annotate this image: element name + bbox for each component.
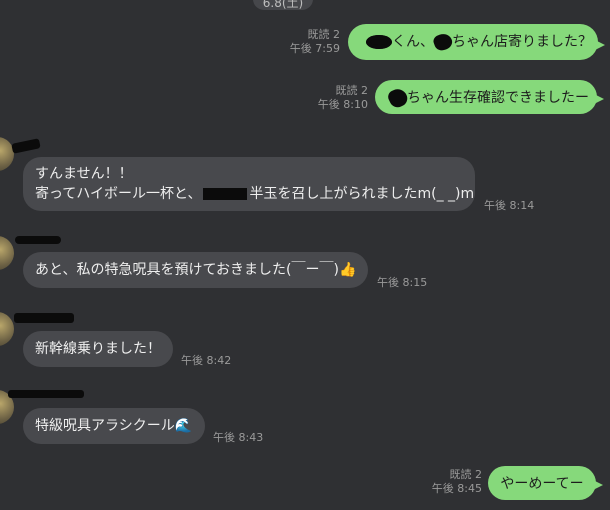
incoming-message-bubble[interactable]: 特級呪具アラシクール🌊 <box>23 408 205 444</box>
sender-name-redacted <box>14 313 74 323</box>
message-text: くん、 <box>392 34 434 50</box>
sender-name-redacted <box>11 138 41 154</box>
avatar[interactable] <box>0 236 14 270</box>
incoming-message-bubble[interactable]: 新幹線乗りました！ <box>23 331 173 367</box>
redaction-mark <box>431 31 455 53</box>
outgoing-message-bubble[interactable]: くん、 ちゃん店寄りました？ <box>348 24 605 60</box>
read-receipt: 既読 2 <box>335 84 369 97</box>
avatar[interactable] <box>0 137 14 171</box>
message-text: 半玉を召し上がられましたm(_ _)m <box>249 186 475 202</box>
outgoing-message-bubble[interactable]: ちゃん生存確認できましたー <box>375 80 604 114</box>
timestamp: 午後 8:45 <box>431 482 482 495</box>
message-text: ちゃん生存確認できましたー <box>407 90 589 106</box>
incoming-message-bubble[interactable]: すんません！！ 寄ってハイボール一杯と、 半玉を召し上がられましたm(_ _)m <box>23 157 475 211</box>
avatar[interactable] <box>0 312 14 346</box>
timestamp: 午後 8:42 <box>181 354 232 367</box>
message-text: やーめーてー <box>500 476 584 492</box>
message-text: あと、私の特急呪具を預けておきました(￣ー￣)👍 <box>35 262 357 278</box>
timestamp: 午後 8:15 <box>377 276 428 289</box>
message-meta: 既読 2 午後 8:10 <box>318 84 368 112</box>
timestamp: 午後 8:10 <box>317 98 368 111</box>
redaction-mark <box>203 188 248 200</box>
message-text: 特級呪具アラシクール🌊 <box>35 418 193 434</box>
sender-name-redacted <box>15 236 61 244</box>
outgoing-message-bubble[interactable]: やーめーてー <box>488 466 603 500</box>
date-separator: 6.8(土) <box>253 0 313 10</box>
sender-name-redacted <box>8 390 84 398</box>
timestamp: 午後 8:14 <box>484 199 535 212</box>
timestamp: 午後 8:43 <box>213 431 264 444</box>
message-meta: 既読 2 午後 7:59 <box>290 28 340 56</box>
read-receipt: 既読 2 <box>449 468 483 481</box>
redaction-mark <box>366 35 392 49</box>
message-text: 新幹線乗りました！ <box>35 341 161 357</box>
message-text: ちゃん店寄りました？ <box>452 34 592 50</box>
timestamp: 午後 7:59 <box>289 42 340 55</box>
incoming-message-bubble[interactable]: あと、私の特急呪具を預けておきました(￣ー￣)👍 <box>23 252 368 288</box>
message-text: 寄ってハイボール一杯と、 <box>35 186 202 202</box>
message-meta: 既読 2 午後 8:45 <box>432 468 482 496</box>
read-receipt: 既読 2 <box>307 28 341 41</box>
message-text: すんません！！ <box>35 166 133 182</box>
